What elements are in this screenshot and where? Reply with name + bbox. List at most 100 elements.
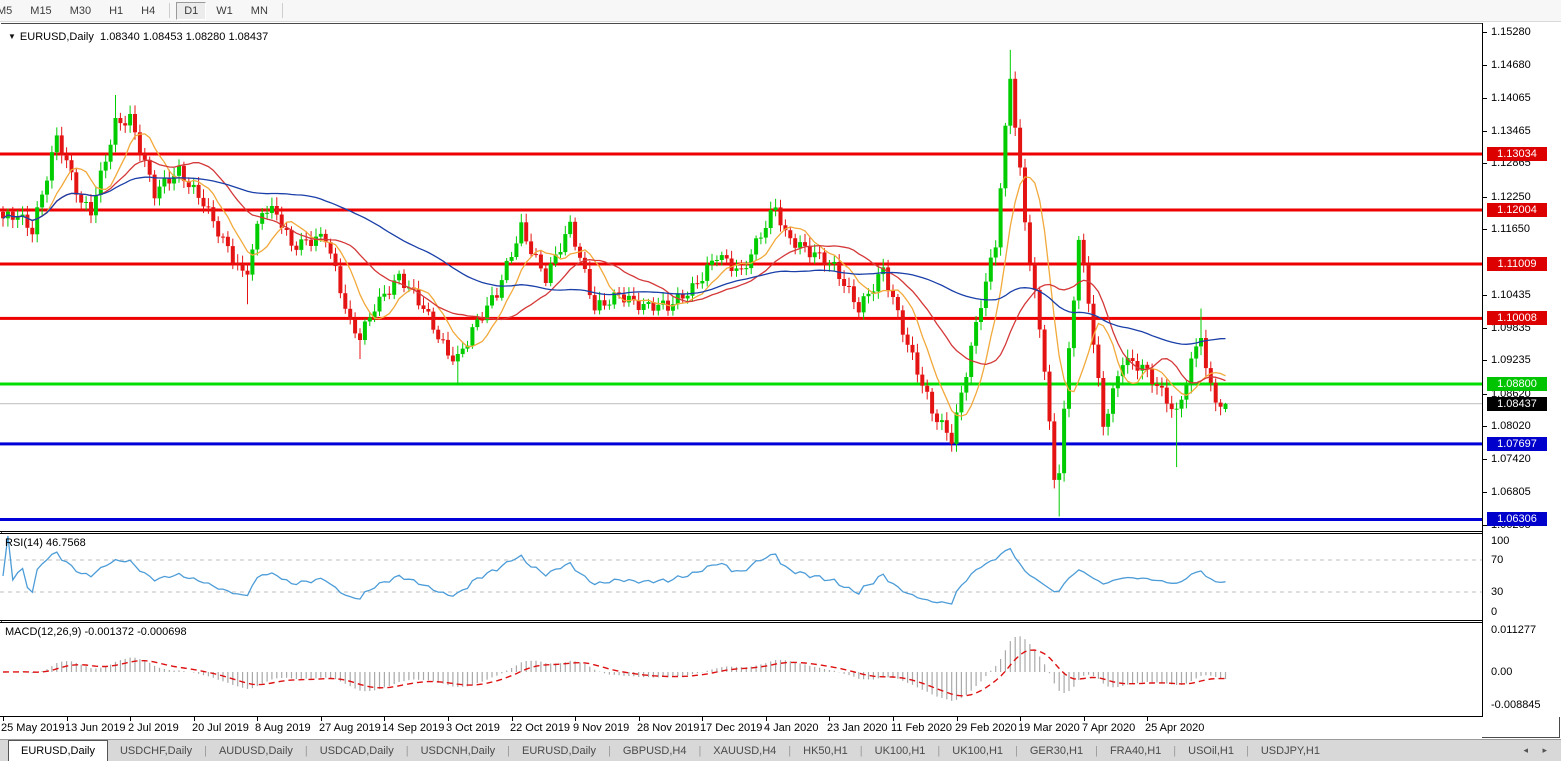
level-line-1.10008[interactable] (0, 316, 1482, 320)
chart-tab-bar: EURUSD,Daily USDCHF,Daily | AUDUSD,Daily | US… (0, 739, 1561, 761)
tab-usdchf-daily-1[interactable]: USDCHF,Daily (108, 743, 204, 759)
date-tick-mark (67, 717, 68, 721)
tab-usdcad-daily-3[interactable]: USDCAD,Daily (308, 743, 406, 759)
date-tick-mark (448, 717, 449, 721)
date-tick-mark (3, 717, 4, 721)
price-tick-label: 1.06805 (1491, 486, 1531, 498)
level-price-badge: 1.10008 (1487, 311, 1547, 325)
timeframe-button-d1[interactable]: D1 (176, 1, 207, 20)
chart-title: ▼ EURUSD,Daily 1.08340 1.08453 1.08280 1.… (8, 31, 268, 43)
timeframe-button-m5[interactable]: M5 (0, 2, 20, 20)
price-tick-mark (1483, 295, 1487, 296)
date-tick-mark (1020, 717, 1021, 721)
tab-uk100-h1-10[interactable]: UK100,H1 (940, 743, 1015, 759)
date-tick-mark (575, 717, 576, 721)
date-tick-label: 29 Feb 2020 (955, 722, 1017, 734)
date-tick-label: 27 Aug 2019 (319, 722, 381, 734)
level-line-1.06306[interactable] (0, 518, 1482, 521)
price-tick-label: 1.15280 (1491, 26, 1531, 38)
rsi-panel[interactable] (0, 534, 1482, 620)
date-tick-label: 13 Jun 2019 (65, 722, 126, 734)
tab-audusd-daily-2[interactable]: AUDUSD,Daily (207, 743, 305, 759)
price-tick-mark (1483, 163, 1487, 164)
macd-panel[interactable] (0, 623, 1482, 716)
price-tick-mark (1483, 426, 1487, 427)
chart-dropdown-icon[interactable]: ▼ (8, 32, 16, 41)
price-tick-mark (1483, 32, 1487, 33)
candle-wicks (2, 49, 1226, 517)
date-tick-mark (384, 717, 385, 721)
date-tick-label: 8 Aug 2019 (255, 722, 311, 734)
rsi-tick-label: 70 (1491, 554, 1504, 566)
main-chart-panel[interactable] (0, 24, 1482, 531)
tab-eurusd-daily-0[interactable]: EURUSD,Daily (8, 740, 108, 761)
rsi-line (2, 535, 1226, 605)
tab-xauusd-h4-7[interactable]: XAUUSD,H4 (701, 743, 788, 759)
tab-usdjpy-h1-14[interactable]: USDJPY,H1 (1249, 743, 1332, 759)
price-tick-label: 1.07420 (1491, 453, 1531, 465)
price-tick-mark (1483, 328, 1487, 329)
tab-usdcnh-daily-4[interactable]: USDCNH,Daily (409, 743, 508, 759)
price-tick-mark (1483, 360, 1487, 361)
level-line-1.08800[interactable] (0, 382, 1482, 386)
date-tick-label: 4 Jan 2020 (764, 722, 819, 734)
date-tick-label: 23 Jan 2020 (827, 722, 888, 734)
toolbar-separator (281, 3, 283, 18)
price-tick-mark (1483, 65, 1487, 66)
price-tick-label: 1.11650 (1491, 223, 1530, 235)
timeframe-button-mn[interactable]: MN (243, 2, 276, 20)
panel-separator[interactable] (0, 620, 1482, 621)
price-tick-label: 1.14065 (1491, 92, 1531, 104)
date-tick-label: 28 Nov 2019 (637, 722, 700, 734)
timeframe-button-m30[interactable]: M30 (62, 2, 99, 20)
level-price-badge: 1.07697 (1487, 437, 1547, 451)
timeframe-button-h1[interactable]: H1 (101, 2, 131, 20)
level-price-badge: 1.11009 (1487, 257, 1547, 271)
price-tick-label: 1.14680 (1491, 59, 1531, 71)
level-price-badge: 1.06306 (1487, 512, 1547, 526)
tab-gbpusd-h4-6[interactable]: GBPUSD,H4 (611, 743, 699, 759)
tab-fra40-h1-12[interactable]: FRA40,H1 (1098, 743, 1173, 759)
price-tick-mark (1483, 459, 1487, 460)
price-tick-label: 1.09235 (1491, 354, 1531, 366)
date-tick-mark (130, 717, 131, 721)
rsi-label: RSI(14) 46.7568 (5, 537, 86, 549)
level-line-1.13034[interactable] (0, 152, 1482, 156)
date-axis[interactable]: 25 May 2019 13 Jun 2019 2 Jul 2019 20 Jul 2… (0, 717, 1482, 738)
price-tick-mark (1483, 197, 1487, 198)
level-line-1.07697[interactable] (0, 442, 1482, 446)
rsi-tick-label: 0 (1491, 606, 1498, 618)
date-tick-label: 25 May 2019 (1, 722, 65, 734)
date-tick-mark (1147, 717, 1148, 721)
timeframe-button-w1[interactable]: W1 (208, 2, 241, 20)
date-tick-label: 14 Sep 2019 (382, 722, 445, 734)
price-tick-label: 1.13465 (1491, 125, 1531, 137)
level-price-badge: 1.13034 (1487, 147, 1547, 161)
price-tick-mark (1483, 131, 1487, 132)
macd-tick-label: 0.011277 (1491, 624, 1537, 636)
timeframe-button-m15[interactable]: M15 (22, 2, 59, 20)
macd-label: MACD(12,26,9) -0.001372 -0.000698 (5, 626, 187, 638)
tab-uk100-h1-9[interactable]: UK100,H1 (863, 743, 938, 759)
price-tick-label: 1.08020 (1491, 420, 1531, 432)
date-tick-label: 2 Jul 2019 (128, 722, 179, 734)
timeframe-button-h4[interactable]: H4 (133, 2, 163, 20)
tab-ger30-h1-11[interactable]: GER30,H1 (1018, 743, 1095, 759)
tab-scroll-arrows[interactable]: ◂ ▸ (1523, 745, 1553, 756)
date-tick-mark (639, 717, 640, 721)
tab-usoil-h1-13[interactable]: USOil,H1 (1176, 743, 1246, 759)
date-tick-mark (957, 717, 958, 721)
tab-eurusd-daily-5[interactable]: EURUSD,Daily (510, 743, 608, 759)
date-tick-mark (512, 717, 513, 721)
tab-hk50-h1-8[interactable]: HK50,H1 (791, 743, 860, 759)
price-tick-label: 1.10435 (1491, 289, 1531, 301)
date-tick-mark (257, 717, 258, 721)
date-tick-label: 9 Nov 2019 (573, 722, 630, 734)
macd-tick-label: 0.00 (1491, 666, 1513, 678)
panel-separator[interactable] (0, 531, 1482, 532)
date-tick-label: 20 Jul 2019 (192, 722, 249, 734)
date-tick-mark (829, 717, 830, 721)
timeframe-toolbar: M5M15M30H1H4 D1W1MN (0, 0, 1561, 22)
date-tick-label: 25 Apr 2020 (1145, 722, 1205, 734)
price-axis[interactable]: 1.15280 1.14680 1.14065 1.13465 1.12865 1.122… (1482, 23, 1560, 717)
